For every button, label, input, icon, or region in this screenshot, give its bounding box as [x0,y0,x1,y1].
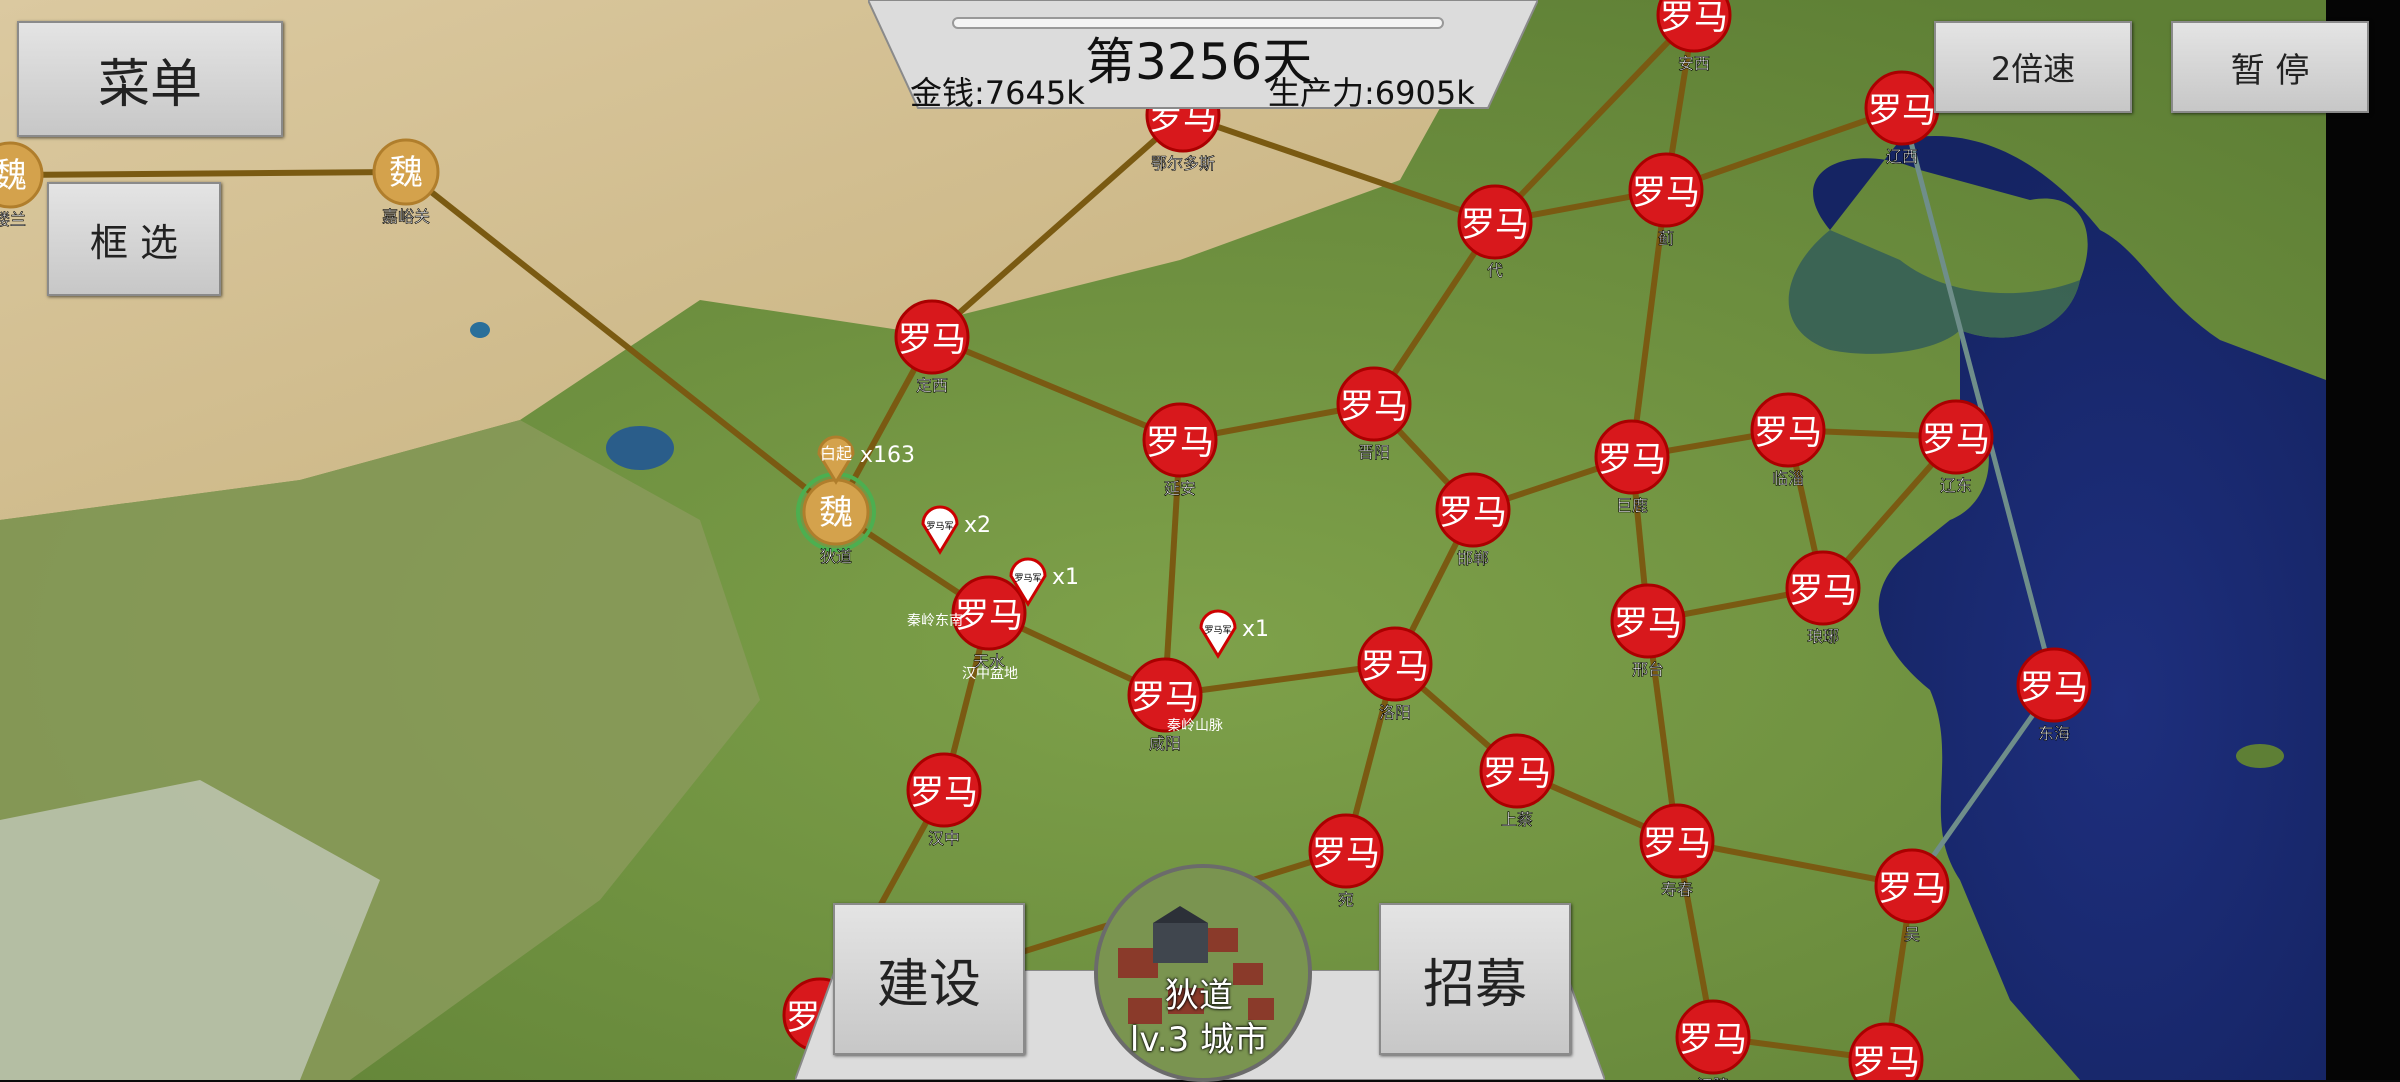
road [9,169,407,178]
city-faction-label: 罗马 [1146,423,1214,463]
city-name-label: 上蔡 [1501,810,1533,829]
city-name-label: 吴 [1904,925,1920,944]
city-name-label: 邢台 [1632,660,1664,679]
city-name-label: 咸阳 [1149,734,1181,753]
city-name-label: 定西 [916,376,948,395]
city-faction-label: 罗马 [1598,440,1666,480]
city-name-label: 宛 [1338,890,1354,909]
speed-button[interactable]: 2倍速 [1934,21,2132,113]
city-faction-label: 罗马 [1852,1043,1920,1080]
city-faction-label: 罗马 [910,773,978,813]
city-faction-label: 魏 [0,156,27,196]
lake [606,426,674,470]
city-faction-label: 罗马 [1922,420,1990,460]
army-commander: 罗马军 [926,521,953,532]
city-faction-label: 罗马 [1868,91,1936,131]
city-faction-label: 罗马 [1483,754,1551,794]
city-name-label: 江陵 [1697,1076,1729,1080]
city-name-label: 洛阳 [1379,703,1411,722]
city-faction-label: 罗马 [1361,647,1429,687]
city-faction-label: 罗马 [1754,413,1822,453]
city-faction-label: 罗马 [1439,493,1507,533]
region-label: 秦岭山脉 [1167,718,1223,734]
city-faction-label: 魏 [389,153,423,193]
city-faction-label: 罗马 [1131,678,1199,718]
city-faction-label: 魏 [819,493,853,533]
screen-edge-bar [2326,0,2400,1080]
city-name-label: 临淄 [1772,469,1804,488]
city-name-label: 寿春 [1661,880,1693,899]
city-name-label: 代 [1487,261,1503,280]
city-name-label: 蓟 [1658,229,1674,248]
city-faction-label: 罗马 [1679,1020,1747,1060]
box-select-button[interactable]: 框 选 [47,182,221,296]
city-name-label: 晋阳 [1358,443,1390,462]
selected-city-level: lv.3 城市 [1129,1020,1269,1060]
city-name-label: 延安 [1164,479,1196,498]
selected-city-name: 狄道 [1165,976,1233,1016]
army-count: x1 [1242,617,1269,642]
build-button[interactable]: 建设 [833,903,1025,1055]
city-name-label: 鄂尔多斯 [1151,154,1215,173]
city-marker[interactable]: 魏嘉峪关 [372,138,440,226]
army-count: x2 [964,513,991,538]
city-name-label: 嘉峪关 [382,207,430,226]
army-count: x163 [860,443,915,468]
city-faction-label: 罗马 [1614,604,1682,644]
city-faction-label: 罗马 [1461,205,1529,245]
city-name-label: 东海 [2038,724,2070,743]
region-label: 汉中盆地 [962,666,1018,682]
city-name-label: 安西 [1678,54,1710,73]
city-name-label: 辽东 [1940,476,1972,495]
city-faction-label: 罗马 [898,320,966,360]
recruit-button[interactable]: 招募 [1379,903,1571,1055]
money-readout: 金钱:7645k [910,74,1085,112]
city-name-label: 辽西 [1886,147,1918,166]
city-name-label: 邯郸 [1457,549,1489,568]
pause-button[interactable]: 暂 停 [2171,21,2369,113]
city-faction-label: 罗马 [1632,173,1700,213]
city-name-label: 汉中 [928,829,960,848]
city-faction-label: 罗马 [1878,869,1946,909]
city-marker[interactable]: 罗马会稽 [1848,1022,1924,1080]
city-name-label: 狄道 [820,547,852,566]
city-name-label: 琅琊 [1807,627,1839,646]
army-count: x1 [1052,565,1079,590]
city-faction-label: 罗马 [1643,824,1711,864]
city-faction-label: 罗马 [1789,571,1857,611]
army-commander: 罗马军 [1014,573,1041,584]
city-faction-label: 罗马 [2020,668,2088,708]
city-name-label: 楼兰 [0,210,26,229]
army-commander: 罗马军 [1204,625,1231,636]
island [2236,744,2284,768]
production-readout: 生产力:6905k [1268,74,1475,112]
army-commander: 白起 [820,444,852,463]
city-faction-label: 罗马 [1340,387,1408,427]
city-name-label: 巨鹿 [1616,496,1648,515]
menu-button[interactable]: 菜单 [17,21,283,137]
city-faction-label: 罗马 [1312,834,1380,874]
city-faction-label: 罗马 [955,596,1023,636]
region-label: 秦岭东南 [907,613,963,629]
lake [470,322,490,338]
city-faction-label: 罗马 [1660,0,1728,38]
